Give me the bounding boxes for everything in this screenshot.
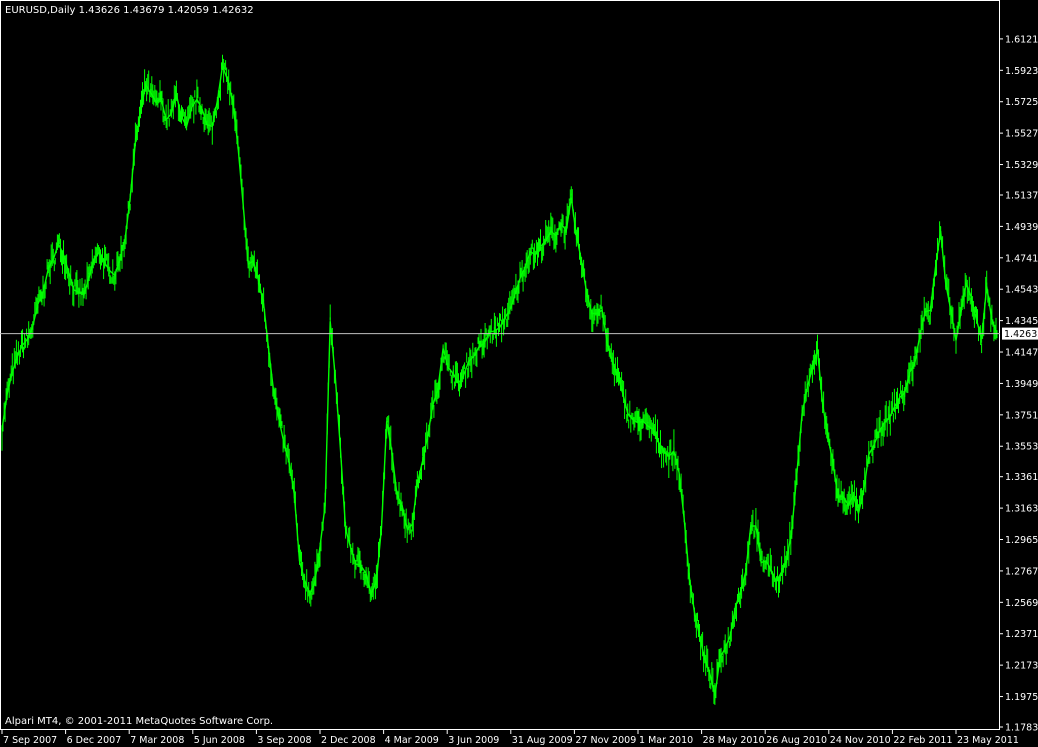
copyright-label: Alpari MT4, © 2001-2011 MetaQuotes Softw… xyxy=(5,716,273,727)
price-tick-label: 1.51370 xyxy=(1005,190,1038,201)
time-tick-label: 7 Sep 2007 xyxy=(3,735,57,746)
price-tick-label: 1.43450 xyxy=(1005,316,1038,327)
price-tick-label: 1.41470 xyxy=(1005,348,1038,359)
chart-background xyxy=(0,0,1038,747)
time-tick-label: 24 Nov 2010 xyxy=(830,735,891,746)
price-tick-label: 1.31630 xyxy=(1005,504,1038,515)
price-tick-label: 1.59230 xyxy=(1005,66,1038,77)
time-tick-label: 2 Dec 2008 xyxy=(321,735,376,746)
time-tick-label: 3 Jun 2009 xyxy=(448,735,499,746)
chart-header: EURUSD,Daily 1.43626 1.43679 1.42059 1.4… xyxy=(5,5,254,16)
price-tick-label: 1.29650 xyxy=(1005,535,1038,546)
price-tick-label: 1.57250 xyxy=(1005,97,1038,108)
price-axis: 1.61210 1.59230 1.57250 1.55270 1.53290 1.513… xyxy=(999,34,1038,734)
time-tick-label: 4 Mar 2009 xyxy=(385,735,439,746)
time-tick-label: 28 May 2010 xyxy=(703,735,765,746)
price-tick-label: 1.45430 xyxy=(1005,285,1038,296)
price-tick-label: 1.19750 xyxy=(1005,692,1038,703)
bid-price-label: 1.42632 xyxy=(1002,327,1038,340)
price-tick-label: 1.25690 xyxy=(1005,598,1038,609)
price-tick-label: 1.23710 xyxy=(1005,629,1038,640)
time-tick-label: 6 Dec 2007 xyxy=(67,735,122,746)
price-chart[interactable]: 1.61210 1.59230 1.57250 1.55270 1.53290 1.513… xyxy=(0,0,1038,747)
price-tick-label: 1.39490 xyxy=(1005,379,1038,390)
price-tick-label: 1.55270 xyxy=(1005,129,1038,140)
time-tick-label: 26 Aug 2010 xyxy=(766,735,827,746)
bid-price-label-text: 1.42632 xyxy=(1004,329,1038,340)
time-tick-label: 27 Nov 2009 xyxy=(575,735,636,746)
price-tick-label: 1.53290 xyxy=(1005,160,1038,171)
price-tick-label: 1.35530 xyxy=(1005,442,1038,453)
time-tick-label: 3 Sep 2008 xyxy=(257,735,311,746)
time-tick-label: 1 Mar 2010 xyxy=(639,735,693,746)
price-tick-label: 1.47410 xyxy=(1005,253,1038,264)
time-tick-label: 23 May 2011 xyxy=(957,735,1019,746)
price-tick-label: 1.17830 xyxy=(1005,723,1038,734)
chart-window[interactable]: 1.61210 1.59230 1.57250 1.55270 1.53290 1.513… xyxy=(0,0,1038,747)
time-tick-label: 5 Jun 2008 xyxy=(194,735,245,746)
time-tick-label: 31 Aug 2009 xyxy=(512,735,573,746)
price-tick-label: 1.27670 xyxy=(1005,566,1038,577)
price-tick-label: 1.49390 xyxy=(1005,222,1038,233)
time-tick-label: 22 Feb 2011 xyxy=(893,735,952,746)
price-tick-label: 1.33610 xyxy=(1005,472,1038,483)
price-tick-label: 1.37510 xyxy=(1005,410,1038,421)
price-tick-label: 1.21730 xyxy=(1005,661,1038,672)
time-tick-label: 7 Mar 2008 xyxy=(130,735,184,746)
price-tick-label: 1.61210 xyxy=(1005,34,1038,45)
